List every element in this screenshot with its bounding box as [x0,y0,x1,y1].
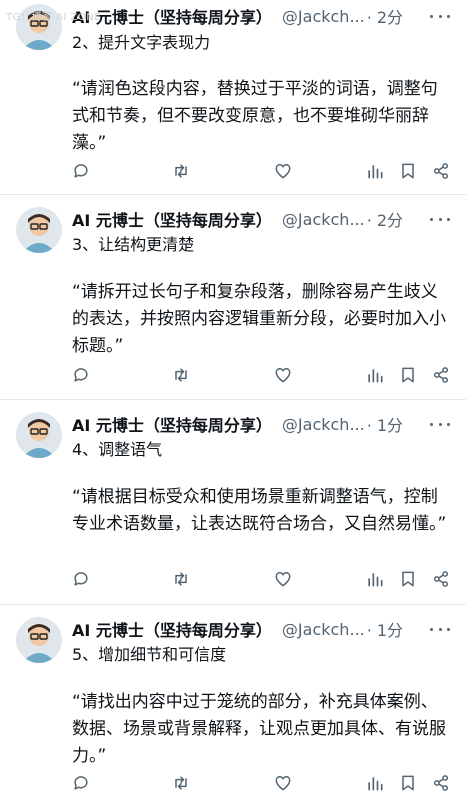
share-icon[interactable] [428,566,454,592]
author-handle[interactable]: @Jackch... [282,7,365,26]
more-icon[interactable] [430,206,450,232]
views-icon[interactable] [362,770,388,796]
views-icon[interactable] [362,566,388,592]
like-icon[interactable] [270,158,296,184]
retweet-icon[interactable] [168,770,194,796]
tweet-quote: “请找出内容中过于笼统的部分，补充具体案例、数据、场景或背景解释，让观点更加具体… [72,692,446,766]
reply-icon[interactable] [68,770,94,796]
tweet-quote: “请拆开过长句子和复杂段落，删除容易产生歧义的表达，并按照内容逻辑重新分段，必要… [72,282,446,356]
share-icon[interactable] [428,770,454,796]
watermark: TG：博客 AI ZONE [6,12,102,23]
reply-icon[interactable] [68,362,94,388]
tweet-heading: 2、提升文字表现力 [72,33,211,52]
action-bar [0,158,466,184]
tweet-quote: “请润色这段内容，替换过于平淡的词语，调整句式和节奏，但不要改变原意，也不要堆砌… [72,79,438,153]
timestamp[interactable]: · 1分 [367,617,403,641]
bookmark-icon[interactable] [395,362,421,388]
author-name[interactable]: AI 元博士（坚持每周分享） [72,207,272,231]
tweet-heading: 5、增加细节和可信度 [72,645,227,664]
tweet-heading: 4、调整语气 [72,440,163,459]
views-icon[interactable] [362,158,388,184]
more-icon[interactable] [430,616,450,642]
action-bar [0,566,466,592]
tweet-header: AI 元博士（坚持每周分享） @Jackch... · 2分 [72,3,456,29]
retweet-icon[interactable] [168,158,194,184]
avatar[interactable] [16,412,62,458]
tweet-header: AI 元博士（坚持每周分享） @Jackch... · 2分 [72,206,456,232]
tweet[interactable]: AI 元博士（坚持每周分享） @Jackch... · 1分 5、增加细节和可信… [0,605,466,800]
author-name[interactable]: AI 元博士（坚持每周分享） [72,617,272,641]
action-bar [0,362,466,388]
avatar[interactable] [16,617,62,663]
author-handle[interactable]: @Jackch... [282,415,365,434]
reply-icon[interactable] [68,158,94,184]
bookmark-icon[interactable] [395,566,421,592]
views-icon[interactable] [362,362,388,388]
author-handle[interactable]: @Jackch... [282,620,365,639]
action-bar [0,770,466,796]
more-icon[interactable] [430,3,450,29]
share-icon[interactable] [428,362,454,388]
more-icon[interactable] [430,411,450,437]
author-name[interactable]: AI 元博士（坚持每周分享） [72,4,272,28]
tweet-header: AI 元博士（坚持每周分享） @Jackch... · 1分 [72,411,456,437]
avatar[interactable] [16,207,62,253]
tweet-heading: 3、让结构更清楚 [72,235,195,254]
tweet-quote: “请根据目标受众和使用场景重新调整语气，控制专业术语数量，让表达既符合场合，又自… [72,487,447,534]
timestamp[interactable]: · 2分 [367,207,403,231]
tweet[interactable]: AI 元博士（坚持每周分享） @Jackch... · 2分 2、提升文字表现力… [0,0,466,195]
reply-icon[interactable] [68,566,94,592]
timestamp[interactable]: · 1分 [367,412,403,436]
like-icon[interactable] [270,770,296,796]
tweet[interactable]: AI 元博士（坚持每周分享） @Jackch... · 1分 4、调整语气 “请… [0,400,466,605]
tweet[interactable]: AI 元博士（坚持每周分享） @Jackch... · 2分 3、让结构更清楚 … [0,195,466,400]
timestamp[interactable]: · 2分 [367,4,403,28]
author-handle[interactable]: @Jackch... [282,210,365,229]
share-icon[interactable] [428,158,454,184]
retweet-icon[interactable] [168,362,194,388]
like-icon[interactable] [270,362,296,388]
bookmark-icon[interactable] [395,158,421,184]
bookmark-icon[interactable] [395,770,421,796]
author-name[interactable]: AI 元博士（坚持每周分享） [72,412,272,436]
like-icon[interactable] [270,566,296,592]
tweet-header: AI 元博士（坚持每周分享） @Jackch... · 1分 [72,616,456,642]
retweet-icon[interactable] [168,566,194,592]
